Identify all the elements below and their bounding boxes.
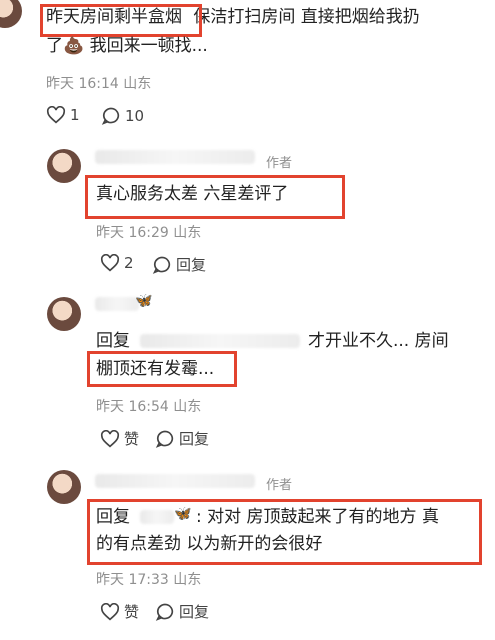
comment-icon: [152, 256, 171, 274]
heart-icon: [100, 429, 120, 447]
username-blurred: [95, 150, 255, 164]
reply-meta: 昨天 16:29 山东: [96, 225, 202, 241]
author-badge: 作者: [266, 156, 293, 171]
comment-icon: [155, 603, 174, 621]
reply-button[interactable]: 回复: [155, 428, 209, 449]
like-count: 2: [124, 254, 134, 272]
like-label: 赞: [124, 603, 140, 621]
username-blurred: [95, 297, 139, 311]
highlight-box: [85, 175, 345, 219]
reply-meta: 昨天 16:54 山东: [96, 399, 202, 415]
reply-label: 回复: [179, 430, 210, 448]
reply-button[interactable]: 回复: [152, 254, 206, 275]
avatar[interactable]: [47, 470, 81, 504]
reply-label: 回复: [176, 256, 207, 274]
avatar[interactable]: [0, 0, 22, 28]
username-blurred: [95, 474, 255, 488]
reply-prefix: 回复: [96, 331, 130, 351]
like-count: 1: [70, 106, 80, 124]
highlight-box: [87, 351, 237, 387]
comment-icon: [155, 430, 174, 448]
reply-button[interactable]: 回复: [155, 601, 209, 622]
reply-count-button[interactable]: 10: [101, 106, 144, 125]
like-button[interactable]: 1: [46, 106, 80, 124]
highlight-box: [87, 499, 482, 565]
like-label: 赞: [124, 430, 140, 448]
author-badge: 作者: [266, 478, 293, 493]
quoted-text: 才开业不久... 房间: [308, 331, 449, 351]
comment-text: 保洁打扫房间 直接把烟给我扔: [193, 7, 420, 27]
comment-icon: [101, 107, 120, 125]
heart-icon: [46, 106, 66, 124]
reply-count: 10: [125, 106, 145, 125]
heart-icon: [100, 602, 120, 620]
comment-text-line2: 了💩 我回来一顿找...: [46, 36, 208, 56]
reply-label: 回复: [179, 603, 210, 621]
like-button[interactable]: 赞: [100, 428, 139, 449]
heart-icon: [100, 254, 120, 272]
reply-meta: 昨天 17:33 山东: [96, 572, 202, 588]
like-button[interactable]: 2: [100, 254, 134, 272]
quoted-username-blurred: [140, 334, 300, 348]
like-button[interactable]: 赞: [100, 601, 139, 622]
emoji-icon: 🦋: [135, 293, 153, 309]
avatar[interactable]: [47, 149, 81, 183]
avatar[interactable]: [47, 297, 81, 331]
comment-meta: 昨天 16:14 山东: [46, 76, 152, 92]
